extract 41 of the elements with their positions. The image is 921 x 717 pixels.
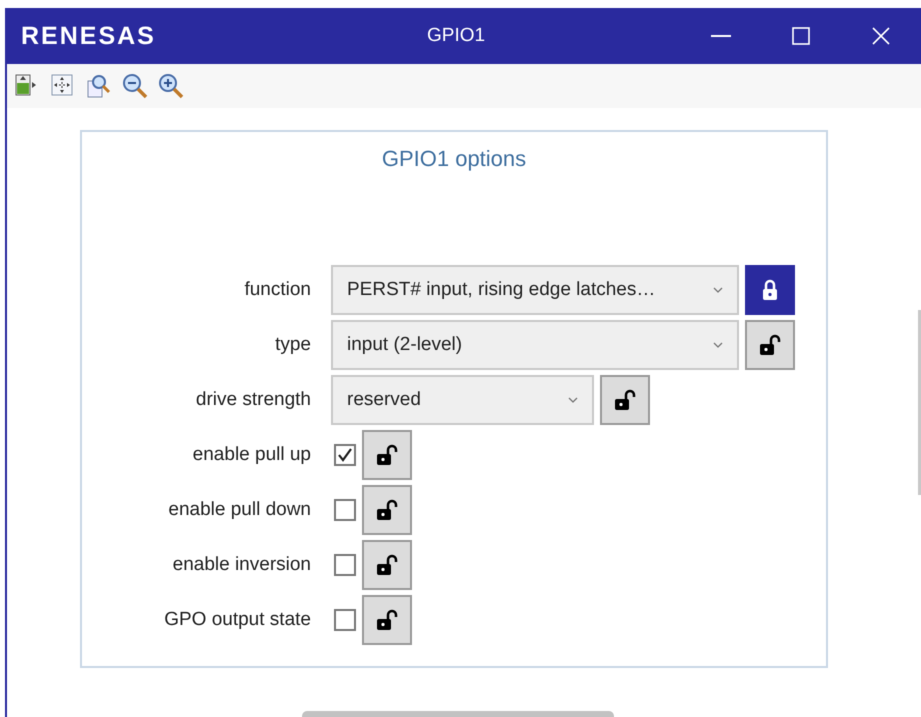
field-label: drive strength (196, 389, 311, 411)
lock-button[interactable] (745, 265, 795, 315)
panel-title: GPIO1 options (382, 146, 526, 172)
zoom-in-icon[interactable] (158, 73, 184, 99)
field-label: enable pull down (168, 499, 311, 521)
field-label: type (275, 334, 311, 356)
caret-icon (568, 397, 578, 403)
caret-icon (713, 287, 723, 293)
caret-icon (713, 342, 723, 348)
unlocked-lock-icon (376, 554, 398, 576)
unlocked-lock-icon (376, 609, 398, 631)
dropdown[interactable]: reserved (331, 375, 594, 425)
dropdown[interactable]: input (2-level) (331, 320, 739, 370)
checkbox[interactable] (334, 499, 356, 521)
minimize-icon (711, 35, 731, 37)
checkbox[interactable] (334, 444, 356, 466)
lock-button[interactable] (362, 595, 412, 645)
lock-button[interactable] (745, 320, 795, 370)
unlocked-lock-icon (376, 499, 398, 521)
close-icon (872, 27, 890, 45)
lock-button[interactable] (362, 430, 412, 480)
dropdown[interactable]: PERST# input, rising edge latches… (331, 265, 739, 315)
field-label: enable pull up (192, 444, 311, 466)
lock-icon (762, 279, 778, 301)
window-title: GPIO1 (427, 25, 486, 47)
field-label: function (244, 279, 311, 301)
unlocked-lock-icon (614, 389, 636, 411)
unlocked-lock-icon (376, 444, 398, 466)
field-label: GPO output state (164, 609, 311, 631)
lock-button[interactable] (600, 375, 650, 425)
zoom-out-icon[interactable] (122, 73, 148, 99)
lock-button[interactable] (362, 485, 412, 535)
zoom-actual-size-icon[interactable] (86, 73, 112, 99)
checkbox[interactable] (334, 609, 356, 631)
scrollbar-thumb[interactable] (918, 310, 921, 495)
field-label: enable inversion (172, 554, 311, 576)
unlocked-lock-icon (759, 334, 781, 356)
logo: RENESAS (21, 22, 157, 50)
maximize-icon (792, 27, 810, 45)
lock-button[interactable] (362, 540, 412, 590)
checkbox[interactable] (334, 554, 356, 576)
